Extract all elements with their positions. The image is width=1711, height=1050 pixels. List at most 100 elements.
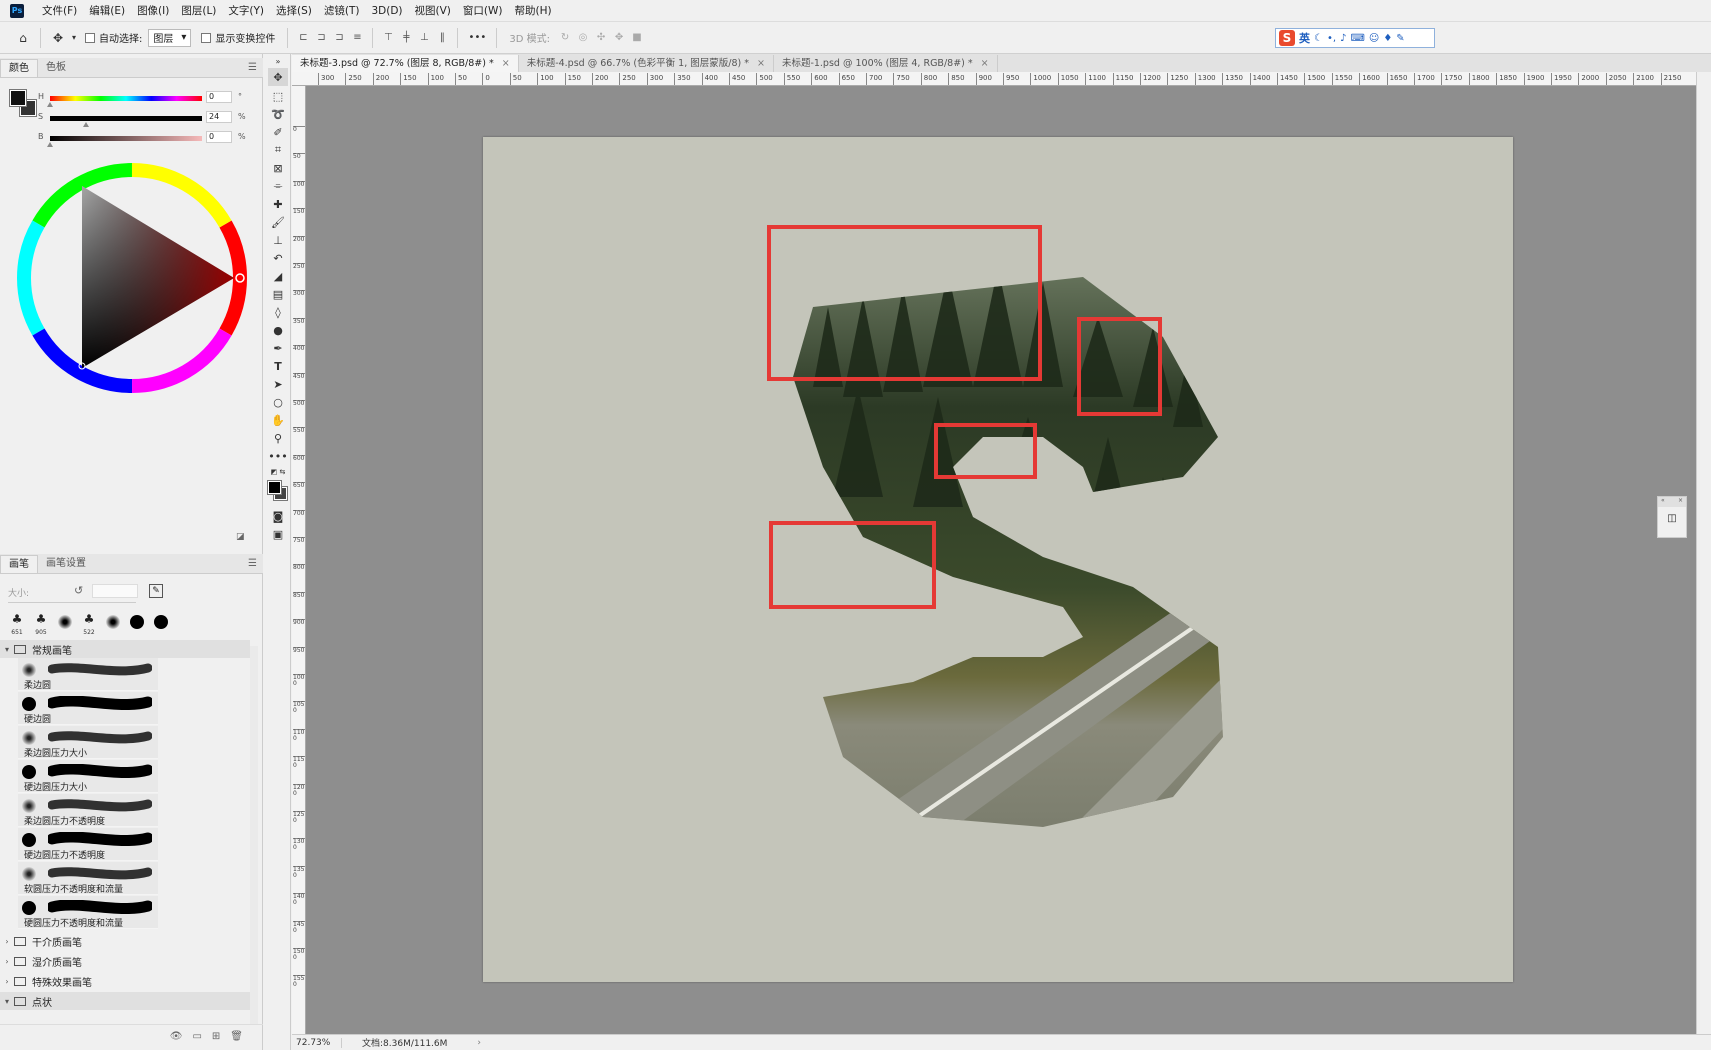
menu-item-type[interactable]: 文字(Y) [222, 0, 270, 22]
align-right-icon[interactable]: ⊐ [330, 29, 348, 47]
panel-icon[interactable]: ◫ [1658, 513, 1686, 524]
3d-pan-icon[interactable]: ✣ [592, 29, 610, 47]
chevron-right-icon[interactable]: › [0, 957, 14, 966]
eraser-tool-icon[interactable]: ◢ [268, 267, 288, 285]
menu-item-view[interactable]: 视图(V) [409, 0, 457, 22]
marquee-tool-icon[interactable]: ⬚ [268, 87, 288, 105]
auto-select-checkbox[interactable]: 自动选择: [85, 30, 142, 45]
brush-list-scrollbar[interactable] [250, 646, 258, 1024]
recent-brush[interactable] [126, 612, 148, 636]
brush-group-item[interactable]: › 干介质画笔 [0, 932, 250, 950]
foreground-background-swatch[interactable] [9, 89, 37, 117]
user-icon[interactable]: ☺ [1369, 33, 1379, 44]
status-menu-arrow[interactable]: › [477, 1038, 481, 1048]
brightness-slider[interactable]: B 0 % [38, 131, 258, 148]
brush-preset-item[interactable]: 软圆压力不透明度和流量 [18, 862, 158, 895]
foreground-color-swatch[interactable] [9, 89, 27, 107]
zoom-level[interactable]: 72.73% [292, 1037, 342, 1048]
menu-item-image[interactable]: 图像(I) [131, 0, 175, 22]
panel-menu-icon[interactable]: ☰ [248, 59, 257, 77]
distribute-icon[interactable]: ≡ [348, 29, 366, 47]
brush-group-general[interactable]: ▾ 常规画笔 [0, 640, 250, 658]
punctuation-icon[interactable]: •, [1327, 33, 1336, 44]
eyedropper-tool-icon[interactable]: ⌯ [268, 177, 288, 195]
layer-dropdown[interactable]: 图层 ▾ [148, 28, 192, 47]
brush-preset-item[interactable]: 硬边圆压力大小 [18, 760, 158, 793]
3d-slide-icon[interactable]: ✥ [610, 29, 628, 47]
align-left-icon[interactable]: ⊏ [294, 29, 312, 47]
blur-tool-icon[interactable]: ◊ [268, 303, 288, 321]
tab-swatches[interactable]: 色板 [38, 59, 74, 77]
close-icon[interactable]: × [502, 55, 510, 72]
align-hcenter-icon[interactable]: ⊐ [312, 29, 330, 47]
trash-icon[interactable]: 🗑 [230, 1031, 243, 1042]
distribute-vertical-icon[interactable]: ‖ [433, 29, 451, 47]
vertical-ruler[interactable]: 0 50 100 150 200 250 300 350 400 450 500 550 600 650 7… [292, 86, 306, 1034]
close-icon[interactable]: × [1678, 497, 1683, 507]
recent-brush[interactable] [54, 612, 76, 636]
align-vcenter-icon[interactable]: ╪ [397, 29, 415, 47]
new-brush-button-icon[interactable]: ⊞ [212, 1031, 220, 1042]
wrench-icon[interactable]: ✎ [1396, 33, 1404, 44]
hue-value-field[interactable]: 0 [206, 91, 232, 103]
saturation-track[interactable] [50, 116, 202, 121]
hue-slider[interactable]: H 0 ° [38, 91, 258, 108]
canvas-area[interactable] [306, 86, 1696, 1034]
tab-color[interactable]: 颜色 [0, 59, 38, 77]
moon-icon[interactable]: ☾ [1314, 33, 1323, 44]
chevron-down-icon[interactable]: ▾ [0, 997, 14, 1006]
reset-size-icon[interactable]: ↺ [74, 584, 83, 597]
hue-knob[interactable] [47, 102, 53, 107]
menu-item-filter[interactable]: 滤镜(T) [318, 0, 366, 22]
menu-item-layer[interactable]: 图层(L) [175, 0, 222, 22]
align-top-icon[interactable]: ⊤ [379, 29, 397, 47]
horizontal-ruler[interactable]: 300 250 200 150 100 50 0 50 100 150 200 250 300 350 40… [292, 72, 1696, 86]
default-colors-icon[interactable]: ◩ ⇆ [268, 463, 288, 481]
panel-resize-icon[interactable]: ◪ [236, 532, 245, 542]
shirt-icon[interactable]: ♦ [1383, 33, 1392, 44]
brush-preset-item[interactable]: 柔边圆 [18, 658, 158, 691]
healing-brush-tool-icon[interactable]: ✚ [268, 195, 288, 213]
keyboard-icon[interactable]: ⌨ [1350, 33, 1364, 44]
sogou-logo-icon[interactable]: S [1279, 30, 1295, 46]
3d-roll-icon[interactable]: ◎ [574, 29, 592, 47]
menu-item-window[interactable]: 窗口(W) [457, 0, 509, 22]
ellipse-tool-icon[interactable]: ○ [268, 393, 288, 411]
tab-brush-settings[interactable]: 画笔设置 [38, 555, 94, 573]
document-canvas[interactable] [483, 137, 1513, 982]
3d-scale-icon[interactable]: ■ [628, 29, 646, 47]
align-bottom-icon[interactable]: ⊥ [415, 29, 433, 47]
zoom-tool-icon[interactable]: ⚲ [268, 429, 288, 447]
chevron-right-icon[interactable]: › [0, 937, 14, 946]
canvas-vertical-scrollbar[interactable] [1696, 72, 1711, 1034]
move-tool-icon[interactable]: ✥ [47, 27, 69, 49]
crop-tool-icon[interactable]: ⌗ [268, 141, 288, 159]
brush-group-item[interactable]: › 特殊效果画笔 [0, 972, 250, 990]
brush-size-input[interactable] [92, 584, 138, 598]
recent-brush[interactable] [102, 612, 124, 636]
recent-brush[interactable]: ♣ 905 [30, 612, 52, 636]
hue-track[interactable] [50, 96, 202, 101]
new-group-folder-icon[interactable]: ▭ [192, 1031, 201, 1042]
brush-preset-item[interactable]: 硬圆压力不透明度和流量 [18, 896, 158, 929]
saturation-slider[interactable]: S 24 % [38, 111, 258, 128]
new-brush-icon[interactable]: ✎ [149, 584, 163, 598]
3d-orbit-icon[interactable]: ↻ [556, 29, 574, 47]
document-tab[interactable]: 未标题-4.psd @ 66.7% (色彩平衡 1, 图层蒙版/8) * × [519, 55, 774, 72]
show-transform-checkbox[interactable]: 显示变换控件 [201, 30, 275, 45]
more-options-button[interactable]: ••• [464, 27, 490, 49]
brightness-value-field[interactable]: 0 [206, 131, 232, 143]
tab-brushes[interactable]: 画笔 [0, 555, 38, 573]
menu-item-edit[interactable]: 编辑(E) [83, 0, 131, 22]
lasso-tool-icon[interactable]: ➰ [268, 105, 288, 123]
expand-icon[interactable]: « [1661, 497, 1665, 507]
type-tool-icon[interactable]: T [268, 357, 288, 375]
screen-mode-icon[interactable]: ▣ [268, 525, 288, 543]
checkbox-box[interactable] [85, 32, 95, 43]
dodge-tool-icon[interactable]: ● [268, 321, 288, 339]
recent-brush[interactable]: ♣ 522 [78, 612, 100, 636]
frame-tool-icon[interactable]: ⊠ [268, 159, 288, 177]
history-brush-tool-icon[interactable]: ↶ [268, 249, 288, 267]
home-icon[interactable]: ⌂ [12, 27, 34, 49]
tool-preset-chevron-icon[interactable]: ▾ [69, 27, 79, 49]
